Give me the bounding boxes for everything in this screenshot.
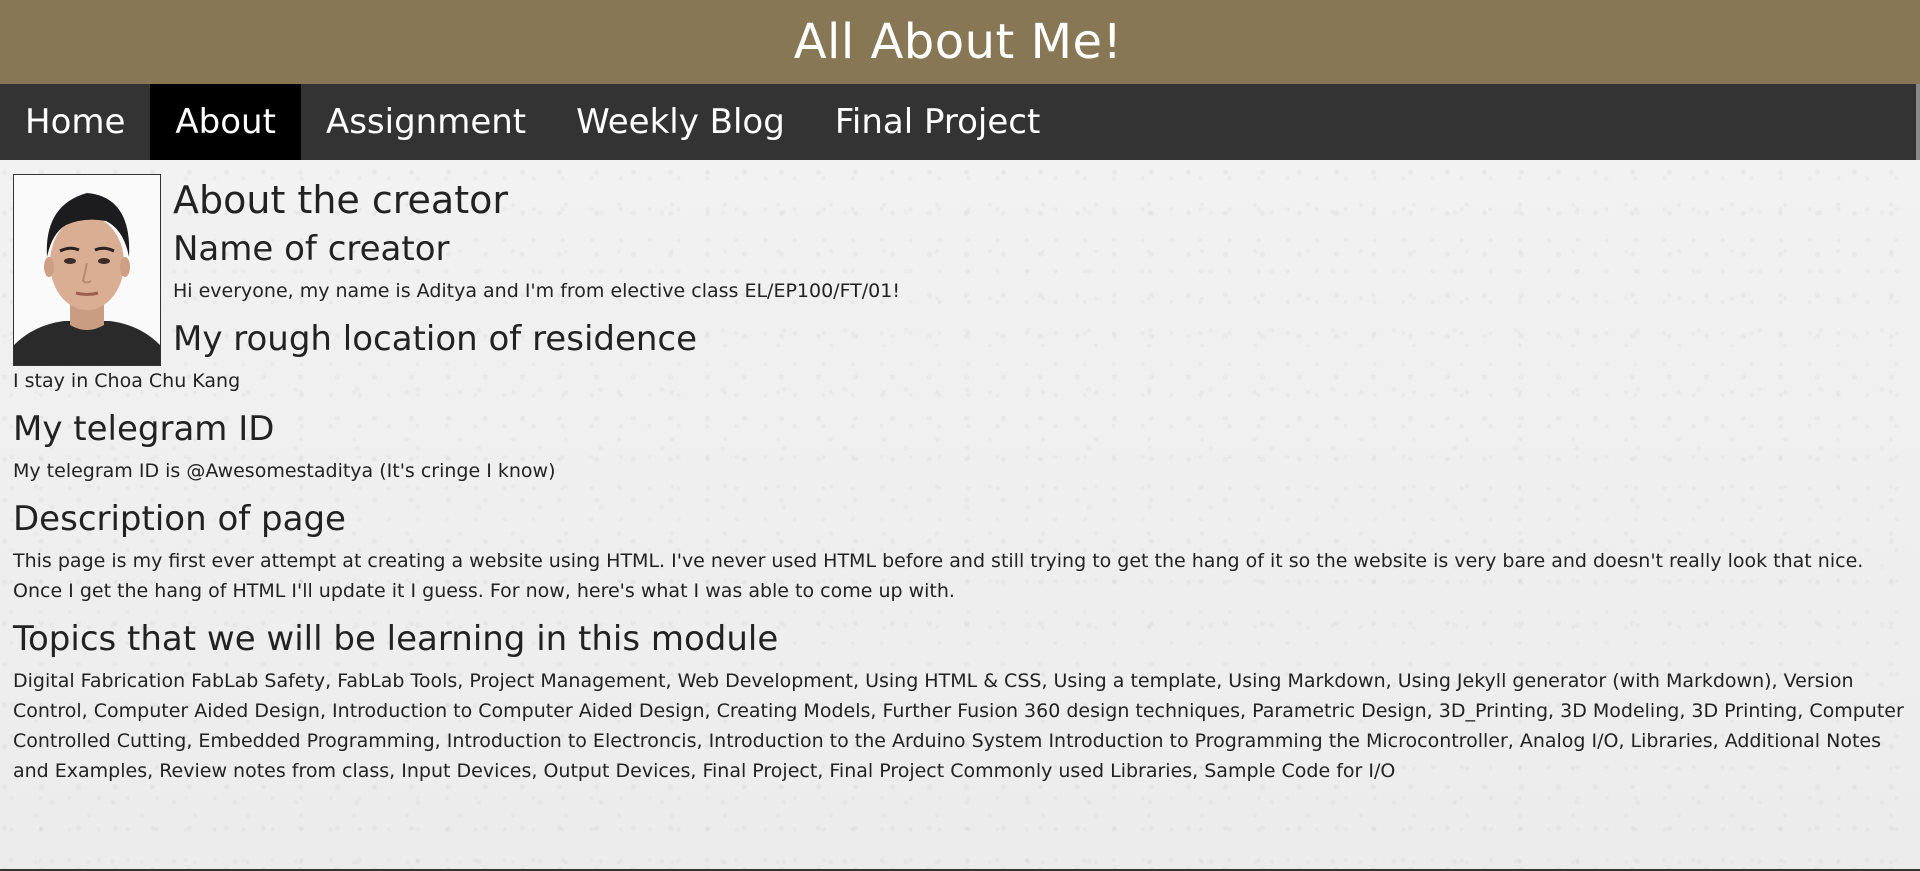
name-heading: Name of creator [173,229,450,269]
about-heading: About the creator [173,178,508,222]
telegram-heading: My telegram ID [13,409,275,449]
main-content: About the creator Name of creator Hi eve… [0,160,1920,786]
description-text: This page is my first ever attempt at cr… [13,550,1864,602]
location-text: I stay in Choa Chu Kang [13,370,241,392]
site-title: All About Me! [793,14,1123,70]
nav-item-about[interactable]: About [150,84,301,160]
nav-item-final-project[interactable]: Final Project [810,84,1066,160]
telegram-text: My telegram ID is @Awesomestaditya (It's… [13,460,556,482]
nav-item-weekly-blog[interactable]: Weekly Blog [551,84,810,160]
topics-heading: Topics that we will be learning in this … [13,619,779,659]
topics-text: Digital Fabrication FabLab Safety, FabLa… [13,670,1904,782]
nav-item-home[interactable]: Home [0,84,150,160]
nav-item-assignment[interactable]: Assignment [301,84,551,160]
location-heading: My rough location of residence [173,319,698,359]
site-header: All About Me! [0,0,1920,84]
name-text: Hi everyone, my name is Aditya and I'm f… [173,280,900,302]
nav-bar: Home About Assignment Weekly Blog Final … [0,84,1920,160]
profile-photo [13,174,161,366]
portrait-image [14,175,160,365]
scrollbar[interactable] [1916,84,1920,160]
description-heading: Description of page [13,499,346,539]
